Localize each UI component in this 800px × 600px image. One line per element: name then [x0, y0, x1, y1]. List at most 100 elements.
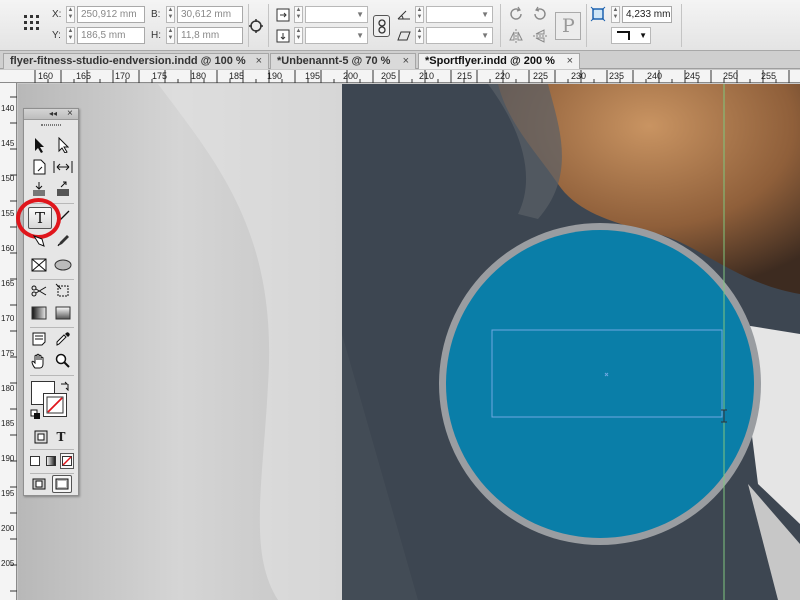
pen-tool[interactable]: [28, 231, 50, 251]
gap-tool[interactable]: [52, 157, 74, 177]
selection-tool[interactable]: [28, 135, 50, 155]
ruler-label: 190: [1, 454, 15, 463]
width-field[interactable]: 30,612 mm: [177, 6, 243, 23]
frame-fitting-icon[interactable]: [590, 6, 606, 22]
page-tool[interactable]: [28, 157, 50, 177]
direct-selection-tool[interactable]: [52, 135, 74, 155]
scissors-tool[interactable]: [28, 281, 50, 301]
normal-view-button[interactable]: [30, 475, 48, 493]
pencil-icon: [57, 235, 69, 247]
tab-sportflyer[interactable]: *Sportflyer.indd @ 200 % ×: [418, 53, 580, 69]
stroke-weight-spinner[interactable]: ▲ ▼: [611, 6, 620, 23]
rotate-ccw-icon[interactable]: [532, 6, 548, 22]
ruler-label: 180: [1, 384, 15, 393]
vertical-ruler[interactable]: 140 145 150 155 160 165 170 175 180 185 …: [0, 83, 17, 600]
swap-fill-stroke-icon[interactable]: [60, 381, 70, 391]
flip-vertical-icon[interactable]: [532, 28, 548, 44]
note-tool[interactable]: [28, 329, 50, 349]
stroke-type-dropdown[interactable]: ▼: [611, 27, 651, 44]
close-icon[interactable]: ×: [256, 55, 262, 67]
height-spinner[interactable]: ▲ ▼: [166, 27, 175, 44]
ruler-label: 165: [1, 279, 15, 288]
apply-color-button[interactable]: [28, 453, 42, 469]
fill-stroke-control[interactable]: [30, 381, 74, 421]
ruler-label: 230: [571, 71, 587, 81]
width-spinner[interactable]: ▲ ▼: [166, 6, 175, 23]
apply-color-icon: [30, 456, 40, 466]
x-field[interactable]: 250,912 mm: [77, 6, 145, 23]
scale-y-dropdown[interactable]: ▼: [305, 27, 368, 44]
stroke-swatch[interactable]: [43, 393, 67, 417]
rectangle-frame-tool[interactable]: [28, 255, 50, 275]
free-transform-tool[interactable]: [52, 281, 74, 301]
ruler-label: 190: [267, 71, 283, 81]
magnifier-icon: [55, 353, 70, 368]
content-placer-tool[interactable]: [52, 179, 74, 199]
tab-label: flyer-fitness-studio-endversion.indd @ 1…: [10, 55, 246, 67]
free-transform-icon: [55, 283, 69, 297]
constrain-proportions-button[interactable]: [373, 15, 390, 37]
ruler-label: 180: [191, 71, 207, 81]
apply-gradient-button[interactable]: [44, 453, 58, 469]
content-collector-tool[interactable]: [28, 179, 50, 199]
transform-icon[interactable]: [247, 17, 265, 35]
default-colors-icon[interactable]: [30, 409, 41, 420]
gradient-feather-tool[interactable]: [52, 303, 74, 323]
hand-tool[interactable]: [28, 351, 50, 371]
scale-y-spinner[interactable]: ▲ ▼: [294, 27, 303, 44]
tools-panel[interactable]: ◂◂ × T T: [16, 108, 79, 496]
ellipse-tool[interactable]: [52, 255, 74, 275]
path-indicator[interactable]: P: [555, 12, 581, 40]
ruler-label: 145: [1, 139, 15, 148]
collapse-icon[interactable]: ◂◂: [49, 109, 57, 118]
flip-horizontal-icon[interactable]: [508, 28, 524, 44]
panel-grip[interactable]: [41, 124, 61, 126]
document-canvas[interactable]: [18, 84, 800, 600]
horizontal-ruler[interactable]: 160 165 170 175 180 185 190 195 200 205 …: [0, 70, 800, 83]
gradient-swatch-tool[interactable]: [28, 303, 50, 323]
ruler-label: 185: [1, 419, 15, 428]
preview-view-button[interactable]: [52, 475, 72, 493]
ruler-label: 200: [343, 71, 359, 81]
container-format-icon: [34, 430, 48, 444]
rotate-cw-icon[interactable]: [508, 6, 524, 22]
shear-dropdown[interactable]: ▼: [426, 27, 493, 44]
close-icon[interactable]: ×: [567, 55, 573, 67]
pencil-tool[interactable]: [52, 231, 74, 251]
scale-x-dropdown[interactable]: ▼: [305, 6, 368, 23]
close-icon[interactable]: ×: [403, 55, 409, 67]
normal-view-icon: [32, 478, 46, 490]
ruler-label: 210: [419, 71, 435, 81]
apply-gradient-icon: [46, 456, 56, 466]
apply-none-button[interactable]: [60, 453, 74, 469]
y-spinner[interactable]: ▲ ▼: [66, 27, 75, 44]
ruler-label: 240: [647, 71, 663, 81]
y-field[interactable]: 186,5 mm: [77, 27, 145, 44]
x-spinner[interactable]: ▲ ▼: [66, 6, 75, 23]
shear-spinner[interactable]: ▲ ▼: [415, 27, 424, 44]
eyedropper-tool[interactable]: [52, 329, 74, 349]
x-label: X:: [52, 9, 62, 20]
shear-angle-icon: [397, 31, 411, 41]
tools-panel-header[interactable]: ◂◂ ×: [24, 108, 78, 120]
ruler-label: 225: [533, 71, 549, 81]
close-icon[interactable]: ×: [67, 108, 73, 119]
zoom-tool[interactable]: [52, 351, 74, 371]
stroke-weight-field[interactable]: 4,233 mm: [622, 6, 672, 23]
formatting-text-button[interactable]: T: [52, 429, 70, 445]
scale-x-spinner[interactable]: ▲ ▼: [294, 6, 303, 23]
layout-artwork: [18, 84, 800, 600]
ruler-label: 195: [305, 71, 321, 81]
reference-point-icon[interactable]: [23, 14, 41, 32]
tab-label: *Unbenannt-5 @ 70 %: [277, 55, 391, 67]
scale-x-icon[interactable]: [276, 8, 290, 22]
tab-unbenannt-5[interactable]: *Unbenannt-5 @ 70 % ×: [270, 53, 416, 69]
scale-y-icon[interactable]: [276, 29, 290, 43]
preview-view-icon: [55, 478, 69, 490]
rotate-spinner[interactable]: ▲ ▼: [415, 6, 424, 23]
formatting-container-button[interactable]: [32, 429, 50, 445]
rotate-dropdown[interactable]: ▼: [426, 6, 493, 23]
tab-flyer-fitness-studio[interactable]: flyer-fitness-studio-endversion.indd @ 1…: [3, 53, 269, 69]
height-field[interactable]: 11,8 mm: [177, 27, 243, 44]
ruler-label: 195: [1, 489, 15, 498]
